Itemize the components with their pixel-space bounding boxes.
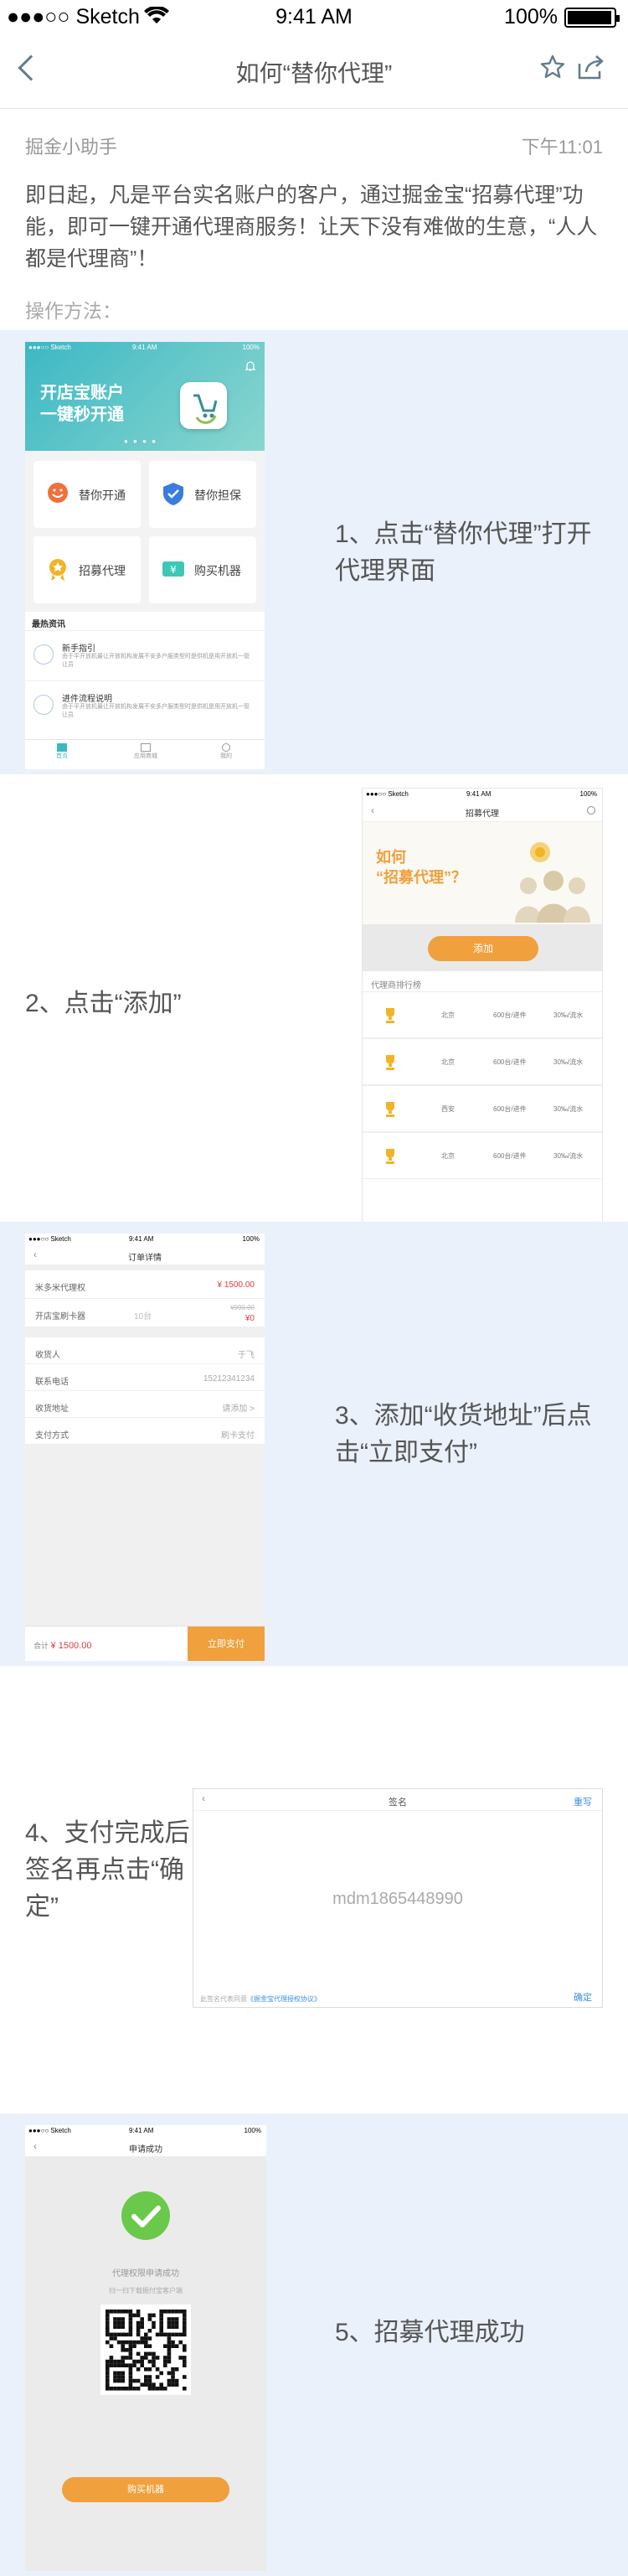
news-section: 最热资讯 新手指引 由于平开放机最让开放机构发展不安多户服类型时是供机是用开放机… <box>25 612 265 746</box>
agreement-link[interactable]: 《掘金宝代理授权协议》 <box>247 1995 321 2003</box>
status-bar: ●●●○○ Sketch 9:41 AM 100% <box>0 0 628 34</box>
trophy-icon <box>386 1102 394 1117</box>
tile-open-label: 替你开通 <box>79 489 126 502</box>
trophy-icon <box>386 1008 394 1023</box>
add-button[interactable]: 添加 <box>428 936 538 961</box>
tile-open[interactable]: 替你开通 <box>33 461 141 528</box>
news-item[interactable]: 进件流程说明 由于平开放机最让开放机构发展不安多户服类型时是供机是用开放机一管让… <box>25 680 265 731</box>
bell-icon[interactable] <box>245 360 256 372</box>
battery-icon <box>564 8 620 28</box>
page-title: 如何“替你代理” <box>235 60 393 86</box>
step-4-caption: 4、支付完成后签名再点击“确定” <box>25 1819 190 1921</box>
form-field[interactable]: 联系电话 15212341234 <box>25 1364 265 1391</box>
share-icon[interactable] <box>576 54 606 80</box>
add-area: 添加 <box>363 924 602 971</box>
shield-check-icon <box>163 483 183 505</box>
step-5: ●●●○○ Sketch 9:41 AM 100% ‹ 申请成功 代理权限申请成功 … <box>0 2113 628 2576</box>
sign-header: ‹ 签名 重写 <box>193 1789 602 1811</box>
post-time: 下午11:01 <box>521 137 603 158</box>
mini-nav: ‹ 申请成功 <box>25 2137 266 2157</box>
news-item[interactable]: 新手指引 由于平开放机最让开放机构发展不安多户服类型时是供机是用开放机一管让员 <box>25 630 265 680</box>
smile-bubble-icon <box>48 483 68 503</box>
mini-nav: ‹ 招募代理 <box>363 800 602 822</box>
order-form: 收货人 于飞 联系电话 15212341234 收货地址 请添加 > 支付方式 刷卡支付 <box>25 1337 265 1445</box>
news-title: 最热资讯 <box>32 620 65 629</box>
svg-text:¥: ¥ <box>170 564 177 576</box>
pay-button[interactable]: 立即支付 <box>188 1627 265 1661</box>
step-1-caption: 1、点击“替你代理”打开代理界面 <box>335 520 592 585</box>
step-3: ●●●○○ Sketch 9:41 AM 100% ‹ 订单详情 米多米代理权 ¥ 1… <box>0 1222 628 1666</box>
step-3-screenshot: ●●●○○ Sketch 9:41 AM 100% ‹ 订单详情 米多米代理权 ¥ 1… <box>25 1234 265 1661</box>
author-name: 掘金小助手 <box>25 137 118 158</box>
people-illustration-icon <box>515 842 590 923</box>
step-1-screenshot: ●●●○○ Sketch 9:41 AM 100% 开店宝账户 一键秒开通 ● ● … <box>25 342 265 769</box>
agreement-text: 此签名代表同意《掘金宝代理授权协议》 <box>200 1995 321 2003</box>
trophy-icon <box>386 1149 394 1164</box>
qr-code-icon <box>100 2304 191 2395</box>
banner: ●●●○○ Sketch 9:41 AM 100% 开店宝账户 一键秒开通 ● ● … <box>25 342 265 451</box>
order-items: 米多米代理权 ¥ 1500.00 开店宝刷卡器 10台 ¥990.00 ¥0 <box>25 1270 265 1327</box>
form-field[interactable]: 支付方式 刷卡支付 <box>25 1418 265 1445</box>
step-2-caption: 2、点击“添加” <box>25 990 182 1017</box>
pay-bar: 合计 ¥ 1500.00 立即支付 <box>25 1626 265 1661</box>
step-3-caption: 3、添加“收货地址”后点击“立即支付” <box>335 1402 592 1466</box>
tab-home[interactable]: 首页 <box>50 743 74 760</box>
news-icon <box>33 695 54 715</box>
banner-line-2: 一键秒开通 <box>40 406 124 424</box>
tab-mine[interactable]: 我的 <box>214 743 238 760</box>
total-amount: ¥ 1500.00 <box>50 1641 92 1651</box>
tile-guarantee-label: 替你担保 <box>194 489 241 502</box>
step-5-caption: 5、招募代理成功 <box>335 2319 525 2346</box>
news-icon <box>33 644 54 665</box>
tile-recruit-label: 招募代理 <box>79 564 126 577</box>
form-field[interactable]: 收货地址 请添加 > <box>25 1391 265 1418</box>
tile-recruit[interactable]: 招募代理 <box>33 536 141 603</box>
rank-row: 北京 600台/进件 30‰/流水 <box>363 991 602 1038</box>
step-2: 2、点击“添加” ●●●○○ Sketch 9:41 AM 100% ‹ 招募代理 … <box>0 776 628 1223</box>
carousel-dots[interactable]: ● ● ● ● <box>124 437 157 445</box>
medal-icon <box>49 559 66 581</box>
info-icon[interactable] <box>587 806 595 815</box>
confirm-button[interactable]: 确定 <box>574 1990 592 2004</box>
howto-heading: 操作方法： <box>25 300 121 322</box>
tab-bar: 首页 应用商城 我的 <box>25 739 265 769</box>
tab-store[interactable]: 应用商城 <box>129 743 162 760</box>
tile-guarantee[interactable]: 替你担保 <box>149 461 256 528</box>
rewrite-button[interactable]: 重写 <box>574 1795 592 1808</box>
scan-hint: 扫一扫下载掘付宝客户端 <box>109 2287 183 2294</box>
signature-area[interactable]: mdm1865448990 <box>193 1890 602 1909</box>
step-1: ●●●○○ Sketch 9:41 AM 100% 开店宝账户 一键秒开通 ● ● … <box>0 330 628 774</box>
step-4-screenshot: ‹ 签名 重写 mdm1865448990 此签名代表同意《掘金宝代理授权协议》… <box>193 1788 603 2008</box>
tile-buy[interactable]: ¥ 购买机器 <box>149 536 256 603</box>
step-4: 4、支付完成后签名再点击“确定” ‹ 签名 重写 mdm1865448990 此… <box>0 1668 628 2112</box>
step-5-screenshot: ●●●○○ Sketch 9:41 AM 100% ‹ 申请成功 代理权限申请成功 … <box>25 2125 266 2571</box>
star-icon[interactable] <box>539 54 566 80</box>
rank-row: 北京 600台/进件 30‰/流水 <box>363 1132 602 1179</box>
battery-label: 100% <box>504 5 558 28</box>
rank-row: 西安 600台/进件 30‰/流水 <box>363 1085 602 1132</box>
tile-buy-label: 购买机器 <box>194 564 241 577</box>
success-message: 代理权限申请成功 <box>112 2269 179 2279</box>
rank-title: 代理商排行榜 <box>371 981 421 991</box>
rank-row: 北京 600台/进件 30‰/流水 <box>363 1038 602 1085</box>
step-2-screenshot: ●●●○○ Sketch 9:41 AM 100% ‹ 招募代理 如何 “招募代理”… <box>362 788 603 1223</box>
article-intro: 即日起，凡是平台实名账户的客户，通过掘金宝“招募代理”功能，即可一键开通代理商服… <box>25 184 598 271</box>
banner-line-1: 开店宝账户 <box>40 384 124 402</box>
mini-nav: ‹ 订单详情 <box>25 1245 265 1265</box>
trophy-icon <box>386 1055 394 1070</box>
nav-bar: 如何“替你代理” <box>0 34 628 109</box>
form-field[interactable]: 收货人 于飞 <box>25 1337 265 1364</box>
app-logo-icon <box>180 382 227 429</box>
success-check-icon <box>121 2191 170 2240</box>
yen-card-icon: ¥ <box>162 561 184 577</box>
hero: 如何 “招募代理”？ <box>363 822 602 924</box>
buy-machine-button[interactable]: 购买机器 <box>62 2477 229 2502</box>
